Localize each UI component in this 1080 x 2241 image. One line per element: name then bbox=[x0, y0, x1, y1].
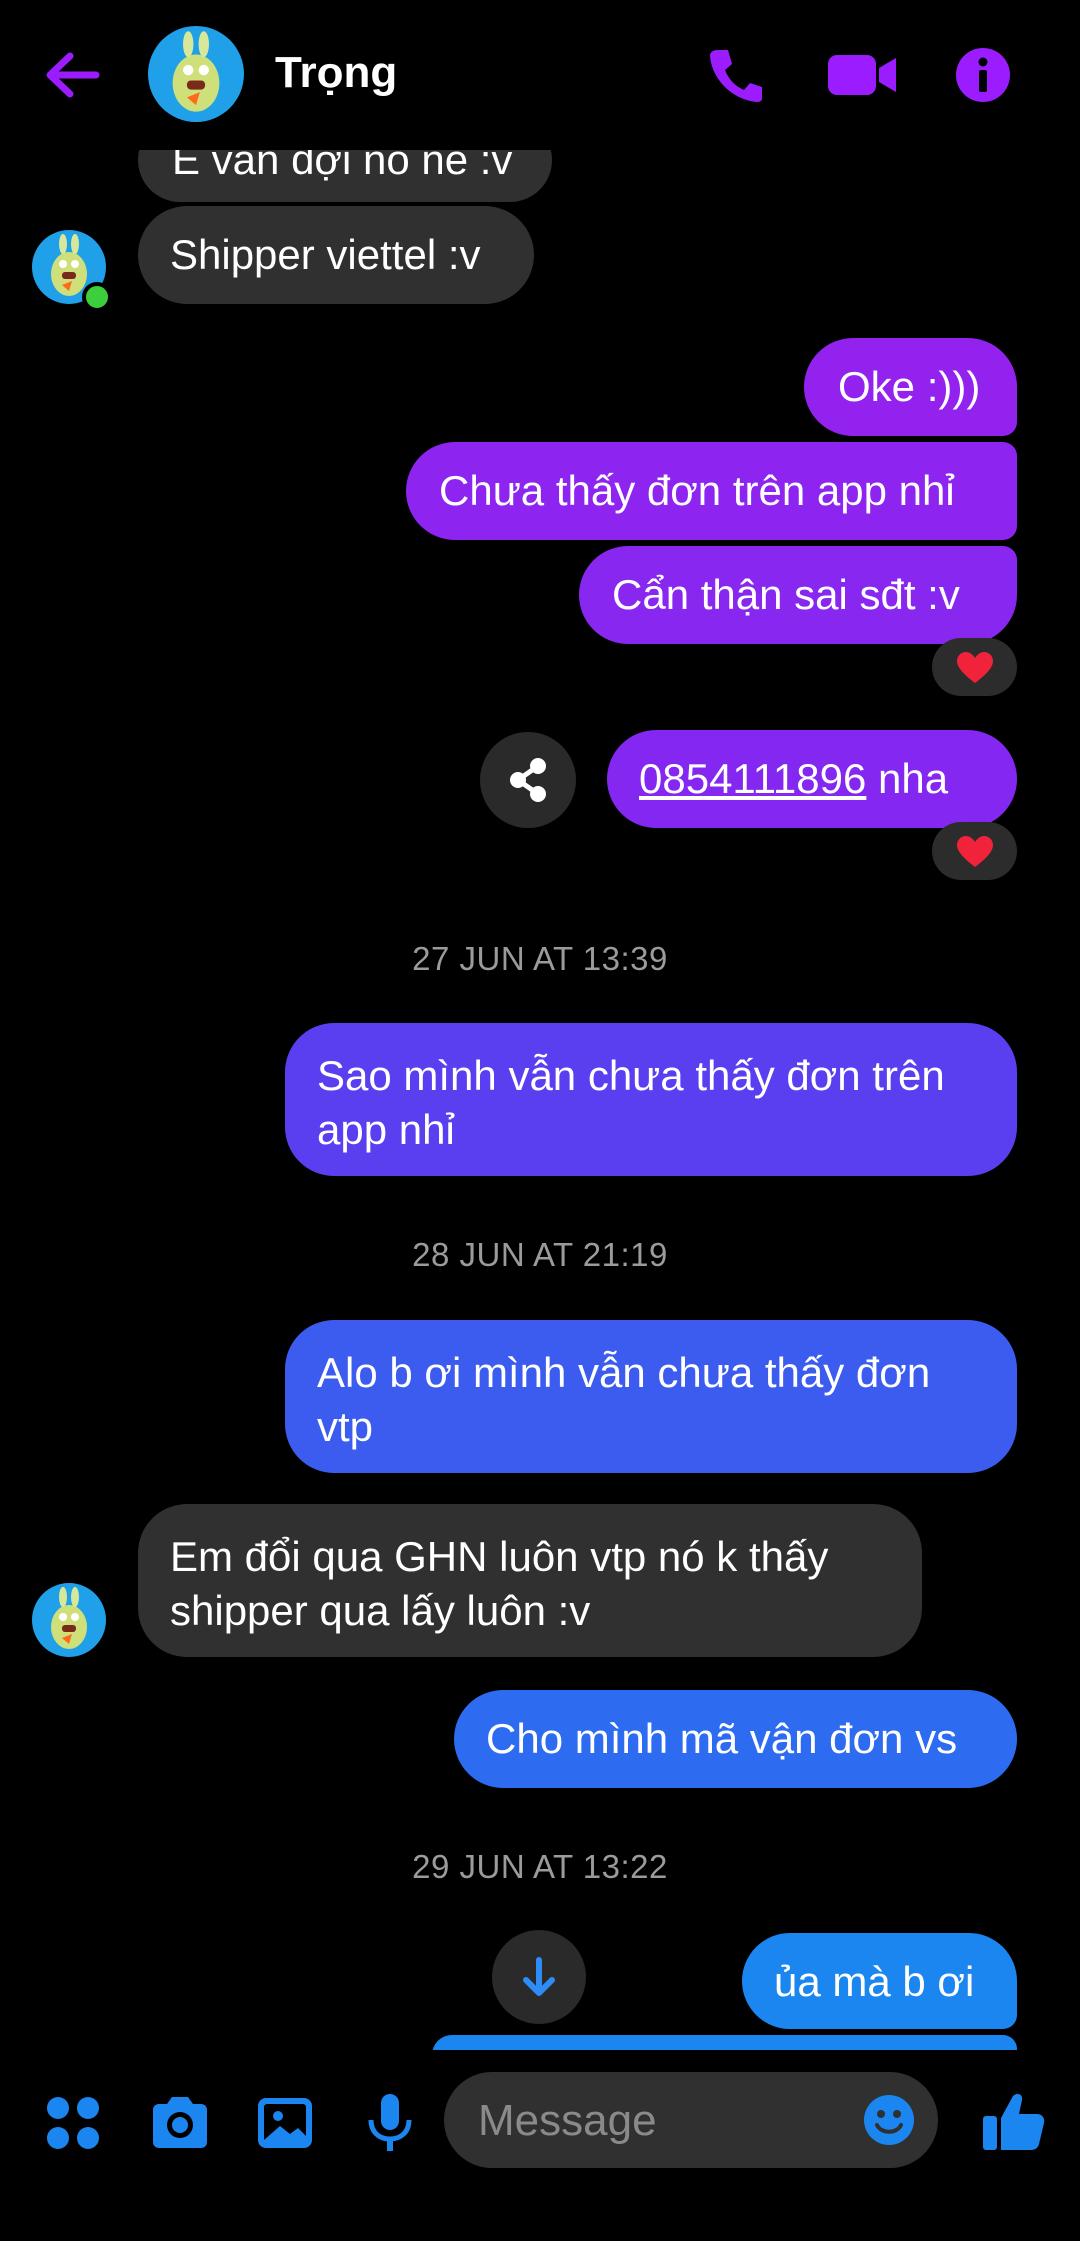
emoji-button[interactable] bbox=[859, 2090, 919, 2150]
voice-message-button[interactable] bbox=[355, 2088, 425, 2158]
phone-icon bbox=[710, 50, 762, 102]
scroll-to-bottom-button[interactable] bbox=[492, 1930, 586, 2024]
thumbs-up-icon bbox=[983, 2093, 1045, 2150]
message-text-line: Em đổi qua GHN luôn vtp nó k thấy bbox=[170, 1533, 829, 1580]
message-bubble-outgoing[interactable]: Cẩn thận sai sđt :v bbox=[579, 546, 1017, 644]
message-text-line: Sao mình vẫn chưa thấy đơn trên bbox=[317, 1052, 945, 1099]
message-text: Chưa thấy đơn trên app nhỉ bbox=[439, 467, 955, 514]
emoji-icon bbox=[864, 2095, 914, 2145]
contact-name[interactable]: Trọng bbox=[275, 48, 397, 98]
image-icon bbox=[258, 2098, 312, 2148]
message-input[interactable]: Message bbox=[444, 2072, 938, 2168]
back-button[interactable] bbox=[38, 40, 108, 110]
reaction-heart[interactable] bbox=[932, 822, 1017, 880]
message-bubble-outgoing[interactable]: Cho mình mã vận đơn vs bbox=[454, 1690, 1017, 1788]
online-status-dot bbox=[82, 282, 112, 312]
contact-avatar[interactable] bbox=[148, 26, 244, 122]
message-bubble-incoming[interactable]: Em đổi qua GHN luôn vtp nó k thấy shippe… bbox=[138, 1504, 922, 1657]
contact-avatar[interactable] bbox=[32, 1583, 106, 1657]
timestamp: 29 JUN AT 13:22 bbox=[412, 1848, 668, 1885]
message-bubble-outgoing[interactable]: Alo b ơi mình vẫn chưa thấy đơn vtp bbox=[285, 1320, 1017, 1473]
video-call-button[interactable] bbox=[822, 40, 902, 110]
message-text: Cho mình mã vận đơn vs bbox=[486, 1715, 958, 1762]
phone-number-link[interactable]: 0854111896 bbox=[639, 755, 866, 802]
voice-call-button[interactable] bbox=[700, 40, 770, 110]
message-text: nha bbox=[866, 755, 949, 802]
message-text: ủa mà b ơi bbox=[774, 1958, 975, 2005]
message-bubble-outgoing[interactable]: Sao mình vẫn chưa thấy đơn trên app nhỉ bbox=[285, 1023, 1017, 1176]
camera-icon bbox=[153, 2097, 207, 2148]
video-camera-icon bbox=[828, 55, 896, 95]
more-actions-button[interactable] bbox=[40, 2090, 106, 2156]
share-button[interactable] bbox=[480, 732, 576, 828]
like-button[interactable] bbox=[975, 2084, 1049, 2158]
message-text-line: shipper qua lấy luôn :v bbox=[170, 1587, 591, 1634]
message-text: Oke :))) bbox=[838, 363, 981, 410]
reaction-heart[interactable] bbox=[932, 638, 1017, 696]
message-text-line: Alo b ơi mình vẫn chưa thấy đơn bbox=[317, 1349, 931, 1396]
message-bubble-outgoing[interactable]: Oke :))) bbox=[804, 338, 1017, 436]
camera-button[interactable] bbox=[145, 2088, 215, 2158]
info-button[interactable] bbox=[948, 40, 1018, 110]
timestamp: 28 JUN AT 21:19 bbox=[412, 1236, 668, 1273]
chat-header: Trọng bbox=[0, 0, 1080, 150]
gallery-button[interactable] bbox=[250, 2088, 320, 2158]
menu-dots-icon bbox=[47, 2097, 99, 2149]
message-input-placeholder: Message bbox=[478, 2096, 657, 2145]
message-bubble-outgoing[interactable]: 0854111896 nha bbox=[607, 730, 1017, 828]
message-text: Shipper viettel :v bbox=[170, 231, 481, 278]
message-text-line: vtp bbox=[317, 1403, 374, 1450]
message-bubble-outgoing[interactable]: ủa mà b ơi bbox=[742, 1933, 1017, 2029]
arrow-left-icon bbox=[46, 52, 100, 98]
composer-bar: Message bbox=[0, 2050, 1080, 2241]
info-icon bbox=[956, 48, 1010, 102]
message-bubble-incoming[interactable]: Shipper viettel :v bbox=[138, 206, 534, 304]
conversation[interactable]: E vẫn đợi nó nè :v Shipper viettel :v Ok… bbox=[0, 0, 1080, 2075]
microphone-icon bbox=[368, 2094, 412, 2151]
heart-icon bbox=[957, 836, 993, 867]
timestamp: 27 JUN AT 13:39 bbox=[412, 940, 668, 977]
message-text-line: app nhỉ bbox=[317, 1106, 455, 1153]
heart-icon bbox=[957, 652, 993, 683]
share-icon bbox=[510, 758, 546, 802]
message-bubble-outgoing[interactable]: Chưa thấy đơn trên app nhỉ bbox=[406, 442, 1017, 540]
arrow-down-icon bbox=[523, 1957, 555, 1996]
message-text: Cẩn thận sai sđt :v bbox=[612, 571, 960, 618]
